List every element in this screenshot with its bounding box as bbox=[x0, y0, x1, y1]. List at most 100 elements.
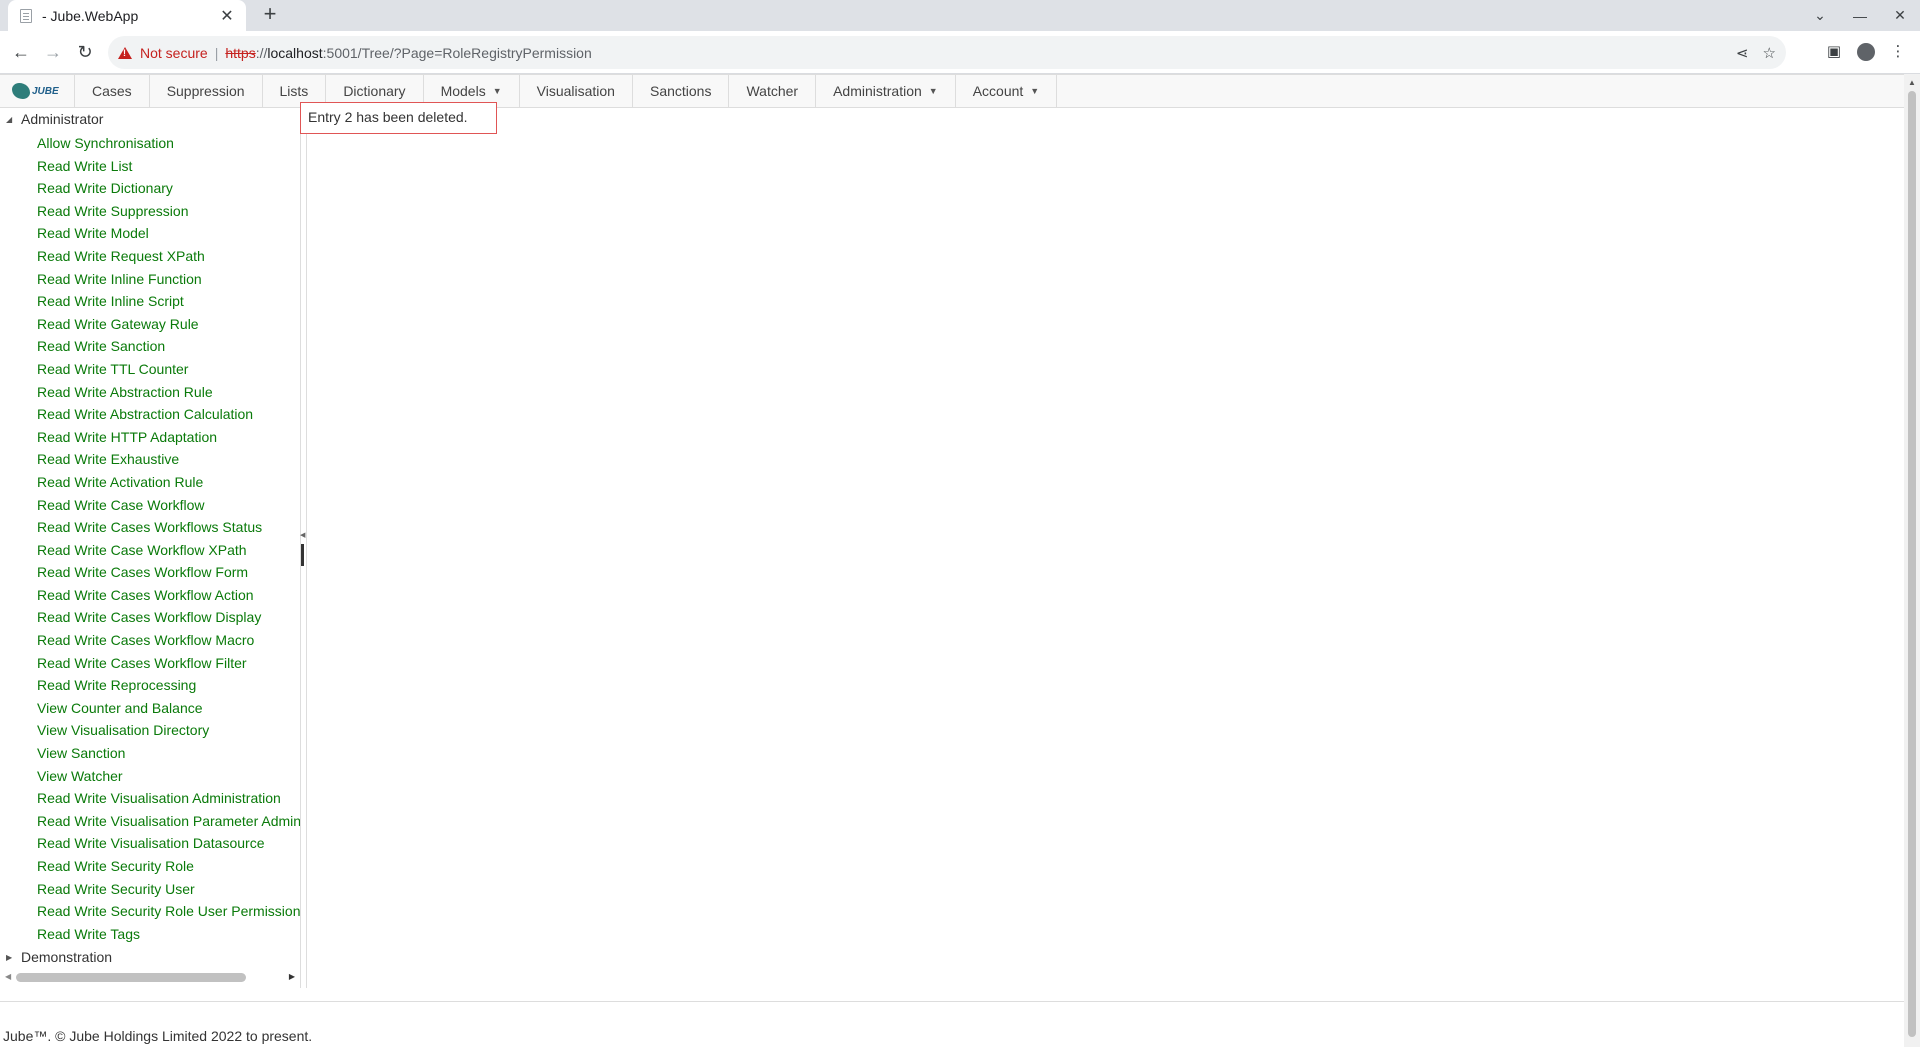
tree-item[interactable]: View Visualisation Directory bbox=[37, 719, 300, 742]
menu-label: Administration bbox=[833, 83, 922, 99]
menu-cases[interactable]: Cases bbox=[75, 75, 150, 107]
tree-item[interactable]: View Watcher bbox=[37, 765, 300, 788]
status-message: Entry 2 has been deleted. bbox=[300, 102, 497, 134]
tree-item[interactable]: Read Write Abstraction Calculation bbox=[37, 403, 300, 426]
menu-label: Models bbox=[440, 83, 486, 99]
close-tab-icon[interactable]: ✕ bbox=[218, 6, 236, 26]
permission-tree: ◢ Administrator Allow Synchronisation Rea… bbox=[0, 108, 301, 988]
side-panel-icon[interactable]: ▣ bbox=[1822, 40, 1846, 64]
tree-item[interactable]: Read Write Cases Workflow Action bbox=[37, 584, 300, 607]
tree-item[interactable]: Read Write List bbox=[37, 155, 300, 178]
tree-item[interactable]: Read Write Cases Workflows Status bbox=[37, 516, 300, 539]
scroll-thumb[interactable] bbox=[16, 973, 246, 982]
tree-item[interactable]: Read Write Security Role bbox=[37, 855, 300, 878]
tree-item[interactable]: Read Write Reprocessing bbox=[37, 674, 300, 697]
tree-item[interactable]: View Sanction bbox=[37, 742, 300, 765]
dropdown-caret-icon: ▼ bbox=[1030, 86, 1040, 96]
browser-tab[interactable]: - Jube.WebApp ✕ bbox=[8, 0, 246, 31]
forward-arrow-icon[interactable]: → bbox=[41, 40, 65, 64]
menu-watcher[interactable]: Watcher bbox=[729, 75, 817, 107]
menu-label: Account bbox=[972, 83, 1024, 99]
tree-item[interactable]: Read Write Exhaustive bbox=[37, 448, 300, 471]
menu-account[interactable]: Account ▼ bbox=[956, 75, 1058, 107]
tree-item[interactable]: Read Write Security User bbox=[37, 878, 300, 901]
horizontal-scrollbar[interactable]: ◀ ▶ bbox=[2, 970, 298, 984]
app-menu-bar: JUBE Cases Suppression Lists Dictionary … bbox=[0, 74, 1904, 108]
address-separator: | bbox=[214, 44, 219, 61]
tree-item[interactable]: Read Write Cases Workflow Display bbox=[37, 606, 300, 629]
menu-suppression[interactable]: Suppression bbox=[150, 75, 263, 107]
tree-item[interactable]: Read Write Visualisation Datasource bbox=[37, 832, 300, 855]
tree-item[interactable]: Read Write Suppression bbox=[37, 200, 300, 223]
dropdown-caret-icon: ▼ bbox=[492, 86, 502, 96]
splitter-grip[interactable] bbox=[301, 544, 304, 566]
tree-item[interactable]: Read Write Case Workflow bbox=[37, 494, 300, 517]
menu-administration[interactable]: Administration ▼ bbox=[816, 75, 956, 107]
tree-item[interactable]: Read Write Tags bbox=[37, 923, 300, 946]
tree-node-administrator[interactable]: ◢ Administrator bbox=[6, 111, 103, 127]
tree-item[interactable]: Read Write Activation Rule bbox=[37, 471, 300, 494]
tree-item[interactable]: Read Write Visualisation Parameter Admin bbox=[37, 810, 300, 833]
url-host: localhost bbox=[267, 44, 323, 61]
content-frame: ◢ Administrator Allow Synchronisation Rea… bbox=[0, 108, 1904, 1002]
tree-node-demonstration[interactable]: ▶ Demonstration bbox=[6, 949, 112, 965]
tree-item[interactable]: Read Write Request XPath bbox=[37, 245, 300, 268]
security-label[interactable]: Not secure bbox=[140, 45, 208, 61]
chevron-down-icon[interactable]: ⌄ bbox=[1800, 7, 1840, 24]
tree-item[interactable]: Read Write Visualisation Administration bbox=[37, 787, 300, 810]
menu-label: Sanctions bbox=[649, 83, 712, 99]
browser-tabstrip: - Jube.WebApp ✕ + ⌄ — ✕ bbox=[0, 0, 1920, 31]
tree-item[interactable]: Read Write Cases Workflow Macro bbox=[37, 629, 300, 652]
address-bar[interactable]: Not secure | https://localhost:5001/Tree… bbox=[108, 36, 1786, 69]
tree-item[interactable]: View Counter and Balance bbox=[37, 697, 300, 720]
reload-icon[interactable]: ↻ bbox=[73, 40, 97, 64]
warning-icon bbox=[118, 46, 132, 59]
share-icon[interactable]: ⋖ bbox=[1736, 44, 1749, 62]
tree-item[interactable]: Read Write Model bbox=[37, 222, 300, 245]
back-arrow-icon[interactable]: ← bbox=[9, 40, 33, 64]
vertical-scrollbar[interactable]: ▲ bbox=[1904, 74, 1920, 1047]
tab-title: - Jube.WebApp bbox=[42, 7, 139, 24]
footer-copyright: Jube™. © Jube Holdings Limited 2022 to p… bbox=[3, 1028, 313, 1044]
window-controls: ⌄ — ✕ bbox=[1800, 0, 1920, 31]
menu-label: Lists bbox=[279, 83, 309, 99]
menu-label: Dictionary bbox=[343, 83, 406, 99]
tree-item[interactable]: Allow Synchronisation bbox=[37, 132, 300, 155]
collapse-panel-icon[interactable]: ◀ bbox=[300, 531, 305, 539]
expand-arrow-icon[interactable]: ▶ bbox=[6, 953, 21, 962]
close-window-icon[interactable]: ✕ bbox=[1880, 7, 1920, 24]
menu-sanctions[interactable]: Sanctions bbox=[633, 75, 730, 107]
page-favicon-icon bbox=[20, 8, 32, 23]
panel-splitter[interactable]: ◀ bbox=[300, 108, 307, 988]
url-path: :5001/Tree/?Page=RoleRegistryPermission bbox=[322, 44, 592, 61]
scroll-thumb[interactable] bbox=[1908, 91, 1916, 1037]
collapse-arrow-icon[interactable]: ◢ bbox=[6, 115, 21, 124]
url-separator: :// bbox=[255, 44, 268, 61]
tree-item[interactable]: Read Write Case Workflow XPath bbox=[37, 539, 300, 562]
tree-item[interactable]: Read Write HTTP Adaptation bbox=[37, 426, 300, 449]
minimize-icon[interactable]: — bbox=[1840, 8, 1880, 24]
tree-item[interactable]: Read Write Cases Workflow Form bbox=[37, 561, 300, 584]
jube-logo[interactable]: JUBE bbox=[0, 75, 75, 107]
new-tab-icon[interactable]: + bbox=[258, 3, 282, 27]
scroll-up-icon[interactable]: ▲ bbox=[1908, 78, 1916, 87]
tree-item[interactable]: Read Write Sanction bbox=[37, 335, 300, 358]
scroll-left-icon[interactable]: ◀ bbox=[5, 972, 11, 981]
tree-item[interactable]: Read Write Cases Workflow Filter bbox=[37, 652, 300, 675]
tree-item[interactable]: Read Write Gateway Rule bbox=[37, 313, 300, 336]
tree-item[interactable]: Read Write Inline Function bbox=[37, 268, 300, 291]
tree-item[interactable]: Read Write TTL Counter bbox=[37, 358, 300, 381]
star-icon[interactable]: ☆ bbox=[1763, 44, 1776, 62]
menu-visualisation[interactable]: Visualisation bbox=[520, 75, 633, 107]
tree-item[interactable]: Read Write Dictionary bbox=[37, 177, 300, 200]
tree-children: Allow Synchronisation Read Write List Read… bbox=[37, 132, 300, 946]
tree-item[interactable]: Read Write Security Role User Permission bbox=[37, 900, 300, 923]
profile-avatar-icon[interactable] bbox=[1854, 40, 1878, 64]
tree-item[interactable]: Read Write Inline Script bbox=[37, 290, 300, 313]
tree-node-label: Demonstration bbox=[21, 949, 113, 965]
scroll-right-icon[interactable]: ▶ bbox=[289, 972, 295, 981]
kebab-menu-icon[interactable]: ⋮ bbox=[1886, 40, 1910, 64]
tree-item[interactable]: Read Write Abstraction Rule bbox=[37, 381, 300, 404]
menu-label: Watcher bbox=[746, 83, 799, 99]
browser-toolbar: ← → ↻ Not secure | https://localhost:500… bbox=[0, 31, 1920, 74]
